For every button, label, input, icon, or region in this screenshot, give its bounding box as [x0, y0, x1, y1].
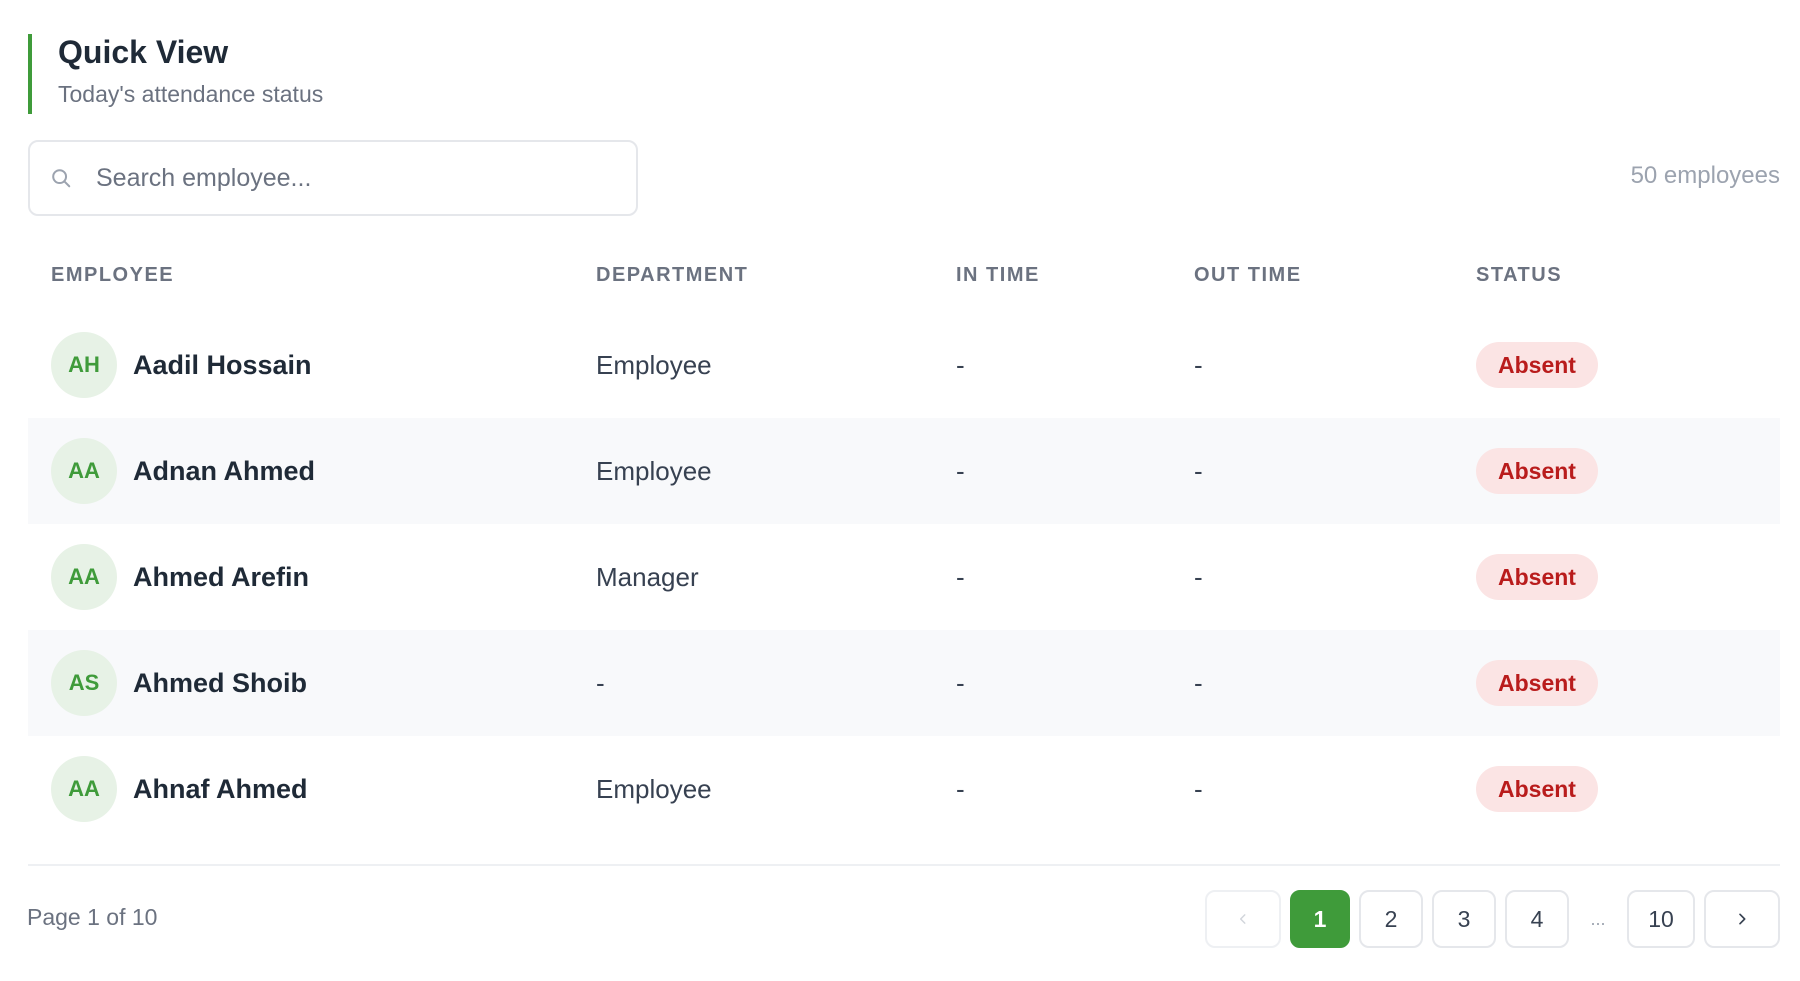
status-badge: Absent	[1476, 660, 1598, 706]
column-header-department[interactable]: DEPARTMENT	[596, 264, 956, 287]
employee-cell: AH Aadil Hossain	[28, 332, 596, 398]
employee-cell: AA Adnan Ahmed	[28, 438, 596, 504]
out-time-cell: -	[1194, 773, 1203, 804]
chevron-left-icon	[1239, 914, 1246, 924]
prev-page-button[interactable]	[1205, 890, 1281, 948]
table-header: EMPLOYEE DEPARTMENT IN TIME OUT TIME STA…	[28, 252, 1780, 298]
next-page-button[interactable]	[1704, 890, 1780, 948]
status-cell: Absent	[1476, 766, 1780, 812]
header: Quick View Today's attendance status	[28, 34, 323, 114]
out-time-cell: -	[1194, 667, 1203, 698]
page-subtitle: Today's attendance status	[58, 81, 324, 107]
column-header-status[interactable]: STATUS	[1476, 264, 1780, 287]
search-icon	[48, 165, 74, 191]
employee-name: Ahmed Shoib	[133, 667, 307, 698]
employee-cell: AS Ahmed Shoib	[28, 650, 596, 716]
page-button-10[interactable]: 10	[1627, 890, 1695, 948]
out-time-cell: -	[1194, 455, 1203, 486]
status-cell: Absent	[1476, 554, 1780, 600]
department-cell: -	[596, 667, 605, 698]
page-title: Quick View	[58, 34, 229, 70]
table-row[interactable]: AS Ahmed Shoib - - - Absent	[28, 630, 1780, 736]
column-header-out-time[interactable]: OUT TIME	[1194, 264, 1476, 287]
employee-name: Adnan Ahmed	[133, 455, 315, 486]
page-button-3[interactable]: 3	[1432, 890, 1496, 948]
status-badge: Absent	[1476, 448, 1598, 494]
employee-name: Ahnaf Ahmed	[133, 773, 308, 804]
pagination-ellipsis: ...	[1590, 908, 1606, 929]
employee-name: Aadil Hossain	[133, 349, 312, 380]
search-box[interactable]	[28, 140, 638, 216]
in-time-cell: -	[956, 773, 965, 804]
department-cell: Manager	[596, 561, 699, 592]
employee-cell: AA Ahnaf Ahmed	[28, 756, 596, 822]
employee-count: 50 employees	[1630, 162, 1780, 189]
status-cell: Absent	[1476, 660, 1780, 706]
status-badge: Absent	[1476, 554, 1598, 600]
out-time-cell: -	[1194, 561, 1203, 592]
department-cell: Employee	[596, 773, 712, 804]
in-time-cell: -	[956, 667, 965, 698]
table-row[interactable]: AA Adnan Ahmed Employee - - Absent	[28, 418, 1780, 524]
avatar: AS	[51, 650, 117, 716]
attendance-table: EMPLOYEE DEPARTMENT IN TIME OUT TIME STA…	[28, 252, 1780, 842]
status-badge: Absent	[1476, 766, 1598, 812]
table-footer-divider	[28, 864, 1780, 866]
in-time-cell: -	[956, 561, 965, 592]
avatar: AA	[51, 438, 117, 504]
table-row[interactable]: AA Ahnaf Ahmed Employee - - Absent	[28, 736, 1780, 842]
page-info: Page 1 of 10	[27, 904, 158, 930]
column-header-in-time[interactable]: IN TIME	[956, 264, 1194, 287]
out-time-cell: -	[1194, 349, 1203, 380]
department-cell: Employee	[596, 455, 712, 486]
status-cell: Absent	[1476, 448, 1780, 494]
page-button-2[interactable]: 2	[1359, 890, 1423, 948]
department-cell: Employee	[596, 349, 712, 380]
chevron-right-icon	[1739, 913, 1746, 925]
pagination: 1 2 3 4 ... 10	[1196, 890, 1780, 948]
column-header-employee[interactable]: EMPLOYEE	[28, 264, 596, 287]
avatar: AA	[51, 756, 117, 822]
employee-name: Ahmed Arefin	[133, 561, 310, 592]
status-cell: Absent	[1476, 342, 1780, 388]
table-row[interactable]: AH Aadil Hossain Employee - - Absent	[28, 312, 1780, 418]
quick-view-page: Quick View Today's attendance status 50 …	[0, 0, 1800, 981]
employee-cell: AA Ahmed Arefin	[28, 544, 596, 610]
avatar: AA	[51, 544, 117, 610]
in-time-cell: -	[956, 349, 965, 380]
status-badge: Absent	[1476, 342, 1598, 388]
in-time-cell: -	[956, 455, 965, 486]
table-body: AH Aadil Hossain Employee - - Absent AA …	[28, 312, 1780, 842]
avatar: AH	[51, 332, 117, 398]
search-input[interactable]	[96, 163, 616, 193]
page-button-4[interactable]: 4	[1505, 890, 1569, 948]
table-row[interactable]: AA Ahmed Arefin Manager - - Absent	[28, 524, 1780, 630]
page-button-1[interactable]: 1	[1290, 890, 1350, 948]
